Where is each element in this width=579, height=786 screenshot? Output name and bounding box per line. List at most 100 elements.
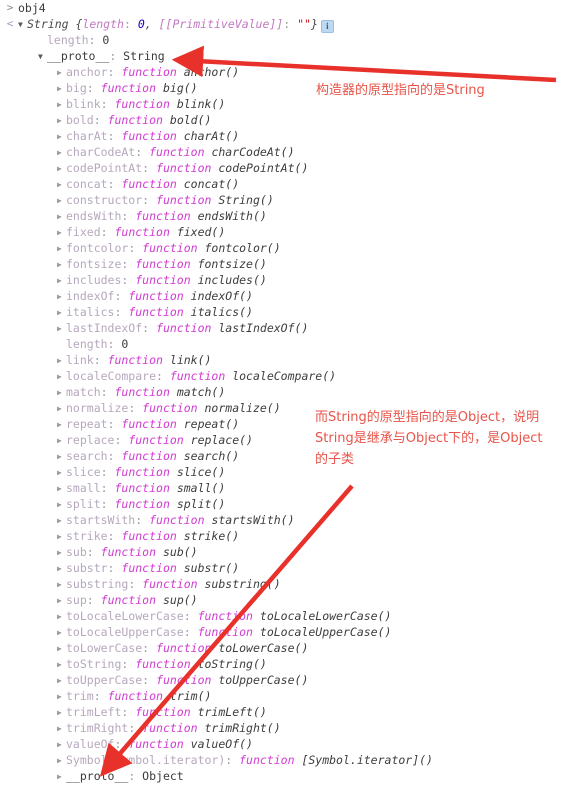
property-row[interactable]: ▶ split: function split() <box>0 496 579 512</box>
property-row[interactable]: ▶ trim: function trim() <box>0 688 579 704</box>
expander-triangle-open-icon[interactable]: ▼ <box>18 17 27 33</box>
expander-triangle-closed-icon[interactable]: ▶ <box>57 673 66 689</box>
property-colon: : <box>114 289 129 303</box>
console-result-row[interactable]: < ▼ String {length: 0, [[PrimitiveValue]]… <box>0 16 579 33</box>
expander-triangle-closed-icon[interactable]: ▶ <box>57 545 66 561</box>
expander-triangle-closed-icon[interactable]: ▶ <box>57 657 66 673</box>
property-row[interactable]: ▶ bold: function bold() <box>0 112 579 128</box>
property-colon: : <box>107 529 122 543</box>
property-row[interactable]: ▶ charAt: function charAt() <box>0 128 579 144</box>
expander-triangle-closed-icon[interactable]: ▶ <box>57 273 66 289</box>
property-row[interactable]: ▶ trimRight: function trimRight() <box>0 720 579 736</box>
property-row[interactable]: ▶ fontsize: function fontsize() <box>0 256 579 272</box>
result-object-preview[interactable]: ▼ String {length: 0, [[PrimitiveValue]]: … <box>0 16 334 33</box>
expander-triangle-closed-icon[interactable]: ▶ <box>57 305 66 321</box>
expander-triangle-closed-icon[interactable]: ▶ <box>57 97 66 113</box>
property-row[interactable]: ▶ endsWith: function endsWith() <box>0 208 579 224</box>
proto-string-row[interactable]: ▼ __proto__: String <box>0 48 579 64</box>
property-row[interactable]: ▶ substr: function substr() <box>0 560 579 576</box>
expander-triangle-closed-icon[interactable]: ▶ <box>57 257 66 273</box>
expander-triangle-closed-icon[interactable]: ▶ <box>57 369 66 385</box>
property-colon: : <box>183 609 198 623</box>
expander-triangle-closed-icon[interactable]: ▶ <box>57 353 66 369</box>
property-row[interactable]: ▶length: 0 <box>0 32 579 48</box>
property-row[interactable]: ▶ fixed: function fixed() <box>0 224 579 240</box>
expander-triangle-closed-icon[interactable]: ▶ <box>57 497 66 513</box>
property-row[interactable]: ▶ substring: function substring() <box>0 576 579 592</box>
expander-triangle-closed-icon[interactable]: ▶ <box>57 385 66 401</box>
expander-triangle-closed-icon[interactable]: ▶ <box>57 209 66 225</box>
property-row[interactable]: ▶ __proto__: Object <box>0 768 579 784</box>
expander-triangle-closed-icon[interactable]: ▶ <box>57 65 66 81</box>
console-prompt-icon: > <box>6 1 14 14</box>
expander-triangle-closed-icon[interactable]: ▶ <box>57 401 66 417</box>
expander-triangle-closed-icon[interactable]: ▶ <box>57 129 66 145</box>
property-row[interactable]: ▶ fontcolor: function fontcolor() <box>0 240 579 256</box>
property-row[interactable]: ▶ lastIndexOf: function lastIndexOf() <box>0 320 579 336</box>
expander-triangle-closed-icon[interactable]: ▶ <box>57 689 66 705</box>
function-keyword: function <box>114 465 170 479</box>
property-row[interactable]: ▶ blink: function blink() <box>0 96 579 112</box>
expander-triangle-closed-icon[interactable]: ▶ <box>57 513 66 529</box>
expander-triangle-closed-icon[interactable]: ▶ <box>57 225 66 241</box>
property-row[interactable]: ▶length: 0 <box>0 336 579 352</box>
expander-triangle-closed-icon[interactable]: ▶ <box>57 177 66 193</box>
expander-triangle-closed-icon[interactable]: ▶ <box>57 625 66 641</box>
property-row[interactable]: ▶ localeCompare: function localeCompare() <box>0 368 579 384</box>
expander-triangle-open-icon[interactable]: ▼ <box>38 49 47 65</box>
property-colon: : <box>142 193 157 207</box>
property-row[interactable]: ▶ toLocaleUpperCase: function toLocaleUpp… <box>0 624 579 640</box>
property-row[interactable]: ▶ toUpperCase: function toUpperCase() <box>0 672 579 688</box>
property-row[interactable]: ▶ concat: function concat() <box>0 176 579 192</box>
property-row[interactable]: ▶ Symbol(Symbol.iterator): function [Symb… <box>0 752 579 768</box>
console-input-row[interactable]: > obj4 <box>0 0 579 16</box>
property-row-content: ▶ italics: function italics() <box>0 304 253 321</box>
expander-triangle-closed-icon[interactable]: ▶ <box>57 561 66 577</box>
property-row[interactable]: ▶ small: function small() <box>0 480 579 496</box>
property-row[interactable]: ▶ toLowerCase: function toLowerCase() <box>0 640 579 656</box>
expander-triangle-closed-icon[interactable]: ▶ <box>57 529 66 545</box>
expander-triangle-closed-icon[interactable]: ▶ <box>57 577 66 593</box>
property-row[interactable]: ▶ trimLeft: function trimLeft() <box>0 704 579 720</box>
expander-triangle-closed-icon[interactable]: ▶ <box>57 321 66 337</box>
expander-triangle-closed-icon[interactable]: ▶ <box>57 721 66 737</box>
property-row[interactable]: ▶ big: function big() <box>0 80 579 96</box>
property-row[interactable]: ▶ strike: function strike() <box>0 528 579 544</box>
property-row[interactable]: ▶ codePointAt: function codePointAt() <box>0 160 579 176</box>
property-row[interactable]: ▶ italics: function italics() <box>0 304 579 320</box>
expander-triangle-closed-icon[interactable]: ▶ <box>57 737 66 753</box>
property-row-content: ▶ __proto__: Object <box>0 768 184 785</box>
property-row[interactable]: ▶ toString: function toString() <box>0 656 579 672</box>
property-row[interactable]: ▶ includes: function includes() <box>0 272 579 288</box>
expander-triangle-closed-icon[interactable]: ▶ <box>57 753 66 769</box>
expander-triangle-closed-icon[interactable]: ▶ <box>57 609 66 625</box>
expander-triangle-closed-icon[interactable]: ▶ <box>57 113 66 129</box>
property-row[interactable]: ▶ sub: function sub() <box>0 544 579 560</box>
property-row[interactable]: ▶ valueOf: function valueOf() <box>0 736 579 752</box>
property-row[interactable]: ▶ constructor: function String() <box>0 192 579 208</box>
property-row[interactable]: ▶ link: function link() <box>0 352 579 368</box>
property-row[interactable]: ▶ toLocaleLowerCase: function toLocaleLow… <box>0 608 579 624</box>
expander-triangle-closed-icon[interactable]: ▶ <box>57 769 66 785</box>
function-keyword: function <box>142 721 198 735</box>
expander-triangle-closed-icon[interactable]: ▶ <box>57 145 66 161</box>
property-row[interactable]: ▶ anchor: function anchor() <box>0 64 579 80</box>
property-row[interactable]: ▶ indexOf: function indexOf() <box>0 288 579 304</box>
property-row[interactable]: ▶ sup: function sup() <box>0 592 579 608</box>
expander-triangle-closed-icon[interactable]: ▶ <box>57 417 66 433</box>
property-row[interactable]: ▶ startsWith: function startsWith() <box>0 512 579 528</box>
expander-triangle-closed-icon[interactable]: ▶ <box>57 705 66 721</box>
property-row[interactable]: ▶ charCodeAt: function charCodeAt() <box>0 144 579 160</box>
expander-triangle-closed-icon[interactable]: ▶ <box>57 241 66 257</box>
property-row[interactable]: ▶ match: function match() <box>0 384 579 400</box>
expander-triangle-closed-icon[interactable]: ▶ <box>57 465 66 481</box>
expander-triangle-closed-icon[interactable]: ▶ <box>57 289 66 305</box>
expander-triangle-closed-icon[interactable]: ▶ <box>57 193 66 209</box>
expander-triangle-closed-icon[interactable]: ▶ <box>57 593 66 609</box>
expander-triangle-closed-icon[interactable]: ▶ <box>57 433 66 449</box>
expander-triangle-closed-icon[interactable]: ▶ <box>57 81 66 97</box>
expander-triangle-closed-icon[interactable]: ▶ <box>57 161 66 177</box>
expander-triangle-closed-icon[interactable]: ▶ <box>57 449 66 465</box>
expander-triangle-closed-icon[interactable]: ▶ <box>57 481 66 497</box>
expander-triangle-closed-icon[interactable]: ▶ <box>57 641 66 657</box>
